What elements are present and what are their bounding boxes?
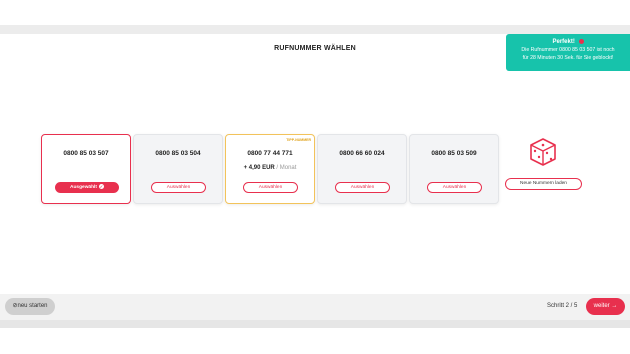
select-button[interactable]: Auswählen bbox=[427, 182, 482, 193]
tip-badge: TIPP-NUMMER bbox=[286, 138, 311, 142]
toast-text: Die Rufnummer 0800 85 03 507 ist noch fü… bbox=[506, 46, 630, 62]
top-band bbox=[0, 25, 630, 34]
phone-number: 0800 85 03 504 bbox=[155, 150, 201, 157]
check-icon: ✓ bbox=[98, 184, 104, 190]
toast-line-1: Die Rufnummer 0800 85 03 507 ist noch bbox=[521, 47, 615, 54]
toast-title: Perfekt bbox=[552, 39, 573, 46]
phone-number: 0800 85 03 507 bbox=[63, 150, 109, 157]
bottom-band bbox=[0, 320, 630, 328]
toast-line-2: für 28 Minuten 30 Sek. für Sie geblockt! bbox=[522, 55, 614, 62]
select-button[interactable]: Auswählen bbox=[243, 182, 298, 193]
footer-bar: ⊘neu starten Schritt 2 / 5 weiter → bbox=[0, 294, 630, 320]
number-card-1[interactable]: 0800 85 03 507 Ausgewählt ✓ bbox=[41, 134, 131, 204]
price: + 4,90 EUR / Monat bbox=[243, 165, 297, 171]
next-button[interactable]: weiter → bbox=[586, 298, 625, 315]
number-card-3[interactable]: TIPP-NUMMER 0800 77 44 771 + 4,90 EUR / … bbox=[225, 134, 315, 204]
notification-toast: Perfekt! Die Rufnummer 0800 85 03 507 is… bbox=[506, 34, 630, 71]
reload-numbers-button[interactable]: Neue Nummern laden bbox=[505, 178, 582, 190]
pin-icon bbox=[578, 39, 584, 44]
arrow-right-icon: → bbox=[611, 303, 618, 309]
phone-number: 0800 66 60 024 bbox=[339, 150, 385, 157]
restart-button[interactable]: ⊘neu starten bbox=[5, 298, 55, 315]
number-card-5[interactable]: 0800 85 03 509 Auswählen bbox=[409, 134, 499, 204]
selected-button[interactable]: Ausgewählt ✓ bbox=[55, 182, 119, 193]
step-indicator: Schritt 2 / 5 bbox=[547, 303, 578, 309]
price-unit: / Monat bbox=[276, 165, 297, 171]
phone-number: 0800 77 44 771 bbox=[247, 150, 293, 157]
number-card-4[interactable]: 0800 66 60 024 Auswählen bbox=[317, 134, 407, 204]
dice-icon[interactable] bbox=[530, 138, 556, 166]
select-button[interactable]: Auswählen bbox=[335, 182, 390, 193]
select-button[interactable]: Auswählen bbox=[151, 182, 206, 193]
number-card-2[interactable]: 0800 85 03 504 Auswählen bbox=[133, 134, 223, 204]
phone-number: 0800 85 03 509 bbox=[431, 150, 477, 157]
